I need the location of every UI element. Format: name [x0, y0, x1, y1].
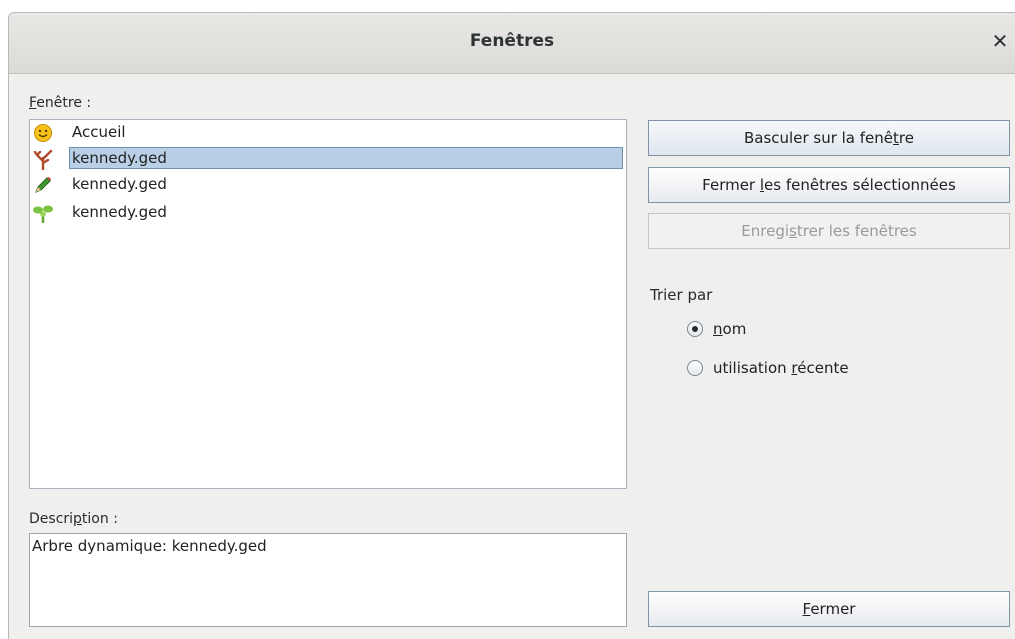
radio-button[interactable] — [687, 360, 703, 376]
description-label: Description : — [29, 511, 118, 527]
list-item-label: kennedy.ged — [72, 175, 167, 193]
smiley-icon — [32, 122, 54, 144]
list-item-label: kennedy.ged — [72, 203, 167, 221]
radio-label: utilisation récente — [713, 359, 849, 377]
windows-dialog: Fenêtres ✕ Fenêtre : Accueil kennedy.ged… — [8, 12, 1015, 639]
green-tree-icon — [32, 202, 54, 224]
dialog-title: Fenêtres — [469, 31, 555, 51]
window-list[interactable]: Accueil kennedy.ged kennedy.ged kennedy.… — [29, 119, 627, 489]
radio-label: nom — [713, 320, 747, 338]
pencil-icon — [32, 174, 54, 196]
radio-button[interactable] — [687, 321, 703, 337]
list-item[interactable]: kennedy.ged — [30, 200, 626, 226]
list-item-label: kennedy.ged — [69, 147, 623, 169]
close-selected-windows-button[interactable]: Fermer les fenêtres sélectionnées — [648, 167, 1010, 203]
radio-dot — [692, 326, 698, 332]
sort-label: Trier par — [650, 286, 713, 304]
title-bar[interactable]: Fenêtres ✕ — [9, 13, 1015, 74]
close-icon[interactable]: ✕ — [989, 29, 1011, 53]
list-item[interactable]: kennedy.ged — [30, 146, 626, 172]
close-button[interactable]: Fermer — [648, 591, 1010, 627]
list-item[interactable]: Accueil — [30, 120, 626, 146]
list-item[interactable]: kennedy.ged — [30, 172, 626, 198]
save-windows-button[interactable]: Enregistrer les fenêtres — [648, 213, 1010, 249]
switch-window-button[interactable]: Basculer sur la fenêtre — [648, 120, 1010, 156]
dynamic-tree-icon — [32, 148, 54, 171]
description-field[interactable]: Arbre dynamique: kennedy.ged — [29, 533, 627, 627]
window-list-label: Fenêtre : — [29, 95, 92, 111]
list-item-label: Accueil — [72, 123, 126, 141]
